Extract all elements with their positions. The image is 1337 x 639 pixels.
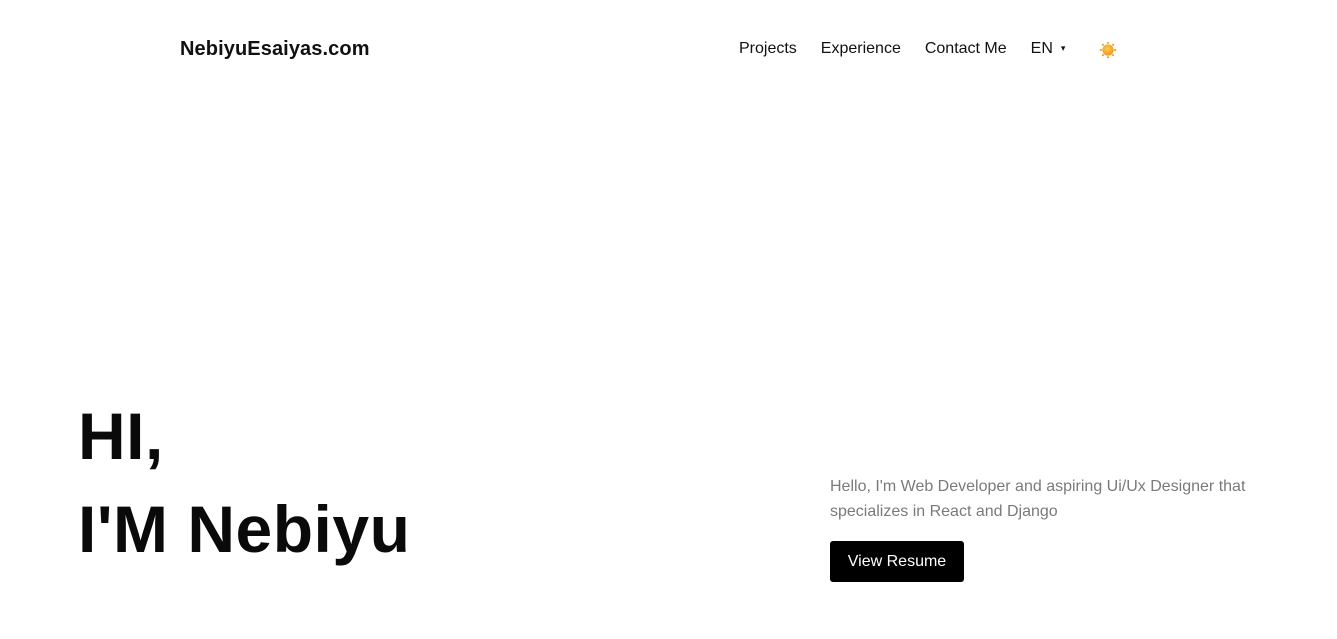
language-select[interactable]: EN ▾: [1031, 38, 1066, 60]
view-resume-button[interactable]: View Resume: [830, 541, 964, 582]
caret-down-icon: ▾: [1060, 43, 1066, 53]
hero-greeting: HI,: [78, 399, 164, 473]
main-nav: Projects Experience Contact Me EN ▾: [739, 37, 1117, 61]
site-header: NebiyuEsaiyas.com Projects Experience Co…: [0, 0, 1337, 98]
hero-heading: HI, I'M Nebiyu: [78, 390, 410, 576]
nav-contact[interactable]: Contact Me: [925, 38, 1007, 60]
nav-projects[interactable]: Projects: [739, 38, 797, 60]
sun-icon[interactable]: [1099, 41, 1117, 59]
page: NebiyuEsaiyas.com Projects Experience Co…: [0, 0, 1337, 639]
hero-name: I'M Nebiyu: [78, 492, 411, 566]
language-selected-value: EN: [1030, 40, 1053, 57]
brand-link[interactable]: NebiyuEsaiyas.com: [180, 36, 370, 62]
hero-intro-text: Hello, I'm Web Developer and aspiring Ui…: [830, 478, 1246, 520]
nav-experience[interactable]: Experience: [821, 38, 901, 60]
